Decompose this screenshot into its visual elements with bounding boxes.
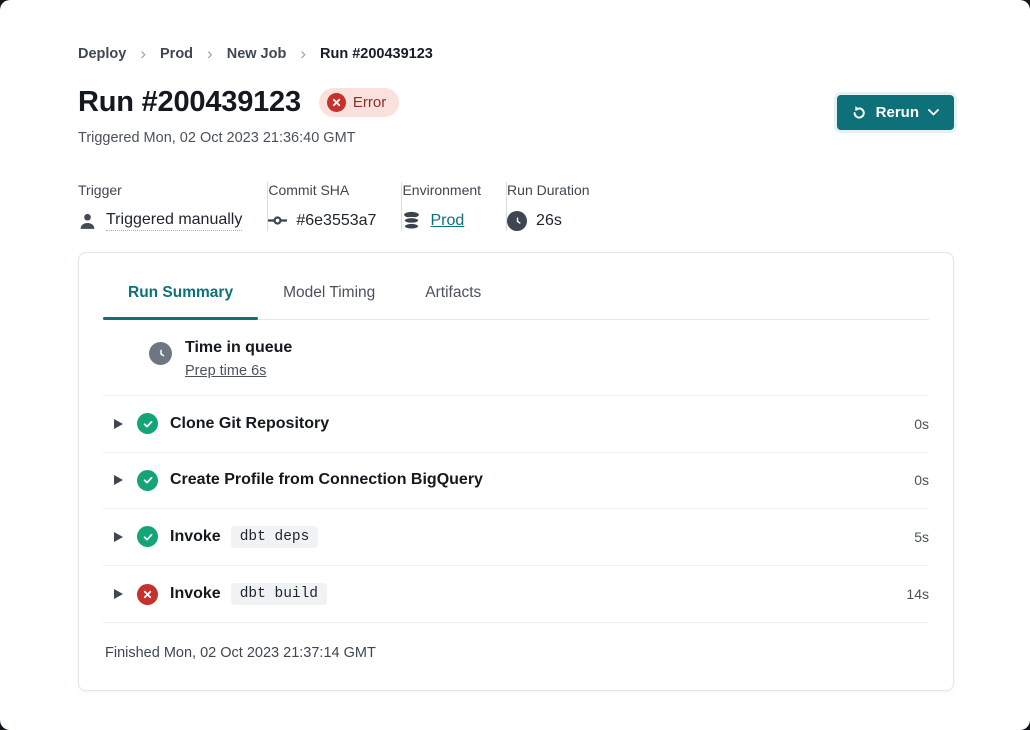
step-duration: 0s: [914, 416, 929, 432]
metadata-label: Commit SHA: [268, 182, 376, 198]
step-title: Invoke: [170, 585, 221, 603]
commit-icon: [268, 211, 287, 230]
error-status-badge: Error: [319, 88, 399, 117]
rerun-button[interactable]: Rerun: [837, 95, 954, 130]
step-title: Clone Git Repository: [170, 415, 329, 433]
status-badge-label: Error: [353, 94, 386, 111]
error-x-icon: [327, 93, 346, 112]
metadata-label: Trigger: [78, 182, 242, 198]
breadcrumb-item-prod[interactable]: Prod: [160, 46, 193, 62]
person-icon: [78, 212, 97, 231]
breadcrumb-separator-icon: ›: [207, 45, 213, 62]
step-invoke-dbt-build: Invoke dbt build 14s: [103, 566, 929, 623]
expand-triangle-icon[interactable]: [114, 419, 123, 429]
step-create-profile: Create Profile from Connection BigQuery …: [103, 453, 929, 510]
expand-triangle-icon[interactable]: [114, 532, 123, 542]
step-duration: 14s: [906, 586, 929, 602]
step-time-in-queue: Time in queue Prep time 6s: [103, 320, 929, 396]
page-title: Run #200439123: [78, 86, 301, 119]
error-x-icon: [137, 584, 158, 605]
database-icon: [402, 211, 421, 230]
metadata-run-duration: Run Duration 26s: [507, 182, 615, 231]
step-title: Time in queue: [185, 339, 292, 357]
success-check-icon: [137, 470, 158, 492]
metadata-trigger: Trigger Triggered manually: [78, 182, 267, 231]
step-duration: 0s: [914, 472, 929, 488]
tab-bar: Run Summary Model Timing Artifacts: [103, 253, 929, 320]
tab-artifacts[interactable]: Artifacts: [400, 284, 506, 319]
prep-time-link[interactable]: Prep time 6s: [185, 363, 266, 379]
clock-icon: [149, 342, 172, 365]
tab-model-timing[interactable]: Model Timing: [258, 284, 400, 319]
run-metadata-strip: Trigger Triggered manually Commit SHA #6…: [78, 182, 954, 231]
chevron-down-icon: [928, 109, 939, 116]
step-invoke-dbt-deps: Invoke dbt deps 5s: [103, 509, 929, 566]
environment-link[interactable]: Prod: [430, 212, 464, 230]
triggered-timestamp: Triggered Mon, 02 Oct 2023 21:36:40 GMT: [78, 130, 399, 146]
app-window: Deploy › Prod › New Job › Run #200439123…: [0, 0, 1030, 730]
rerun-button-label: Rerun: [876, 104, 919, 121]
run-summary-card: Run Summary Model Timing Artifacts Time …: [78, 252, 954, 691]
breadcrumb-item-current-run: Run #200439123: [320, 46, 433, 62]
breadcrumb-item-new-job[interactable]: New Job: [227, 46, 287, 62]
finished-timestamp: Finished Mon, 02 Oct 2023 21:37:14 GMT: [103, 623, 929, 690]
step-duration: 5s: [914, 529, 929, 545]
refresh-icon: [851, 105, 867, 121]
command-chip: dbt build: [231, 583, 327, 605]
breadcrumb-item-deploy[interactable]: Deploy: [78, 46, 126, 62]
clock-icon: [507, 211, 527, 231]
step-clone-git-repository: Clone Git Repository 0s: [103, 396, 929, 453]
success-check-icon: [137, 526, 158, 548]
metadata-environment: Environment Prod: [402, 182, 506, 231]
run-duration-value: 26s: [536, 212, 562, 230]
step-title: Invoke: [170, 528, 221, 546]
trigger-value[interactable]: Triggered manually: [106, 211, 242, 231]
metadata-commit-sha: Commit SHA #6e3553a7: [268, 182, 401, 231]
command-chip: dbt deps: [231, 526, 319, 548]
commit-sha-value: #6e3553a7: [296, 212, 376, 230]
breadcrumb-separator-icon: ›: [300, 45, 306, 62]
expand-triangle-icon[interactable]: [114, 475, 123, 485]
tab-run-summary[interactable]: Run Summary: [103, 284, 258, 319]
page-header: Run #200439123 Error Triggered Mon, 02 O…: [78, 86, 954, 146]
metadata-label: Run Duration: [507, 182, 590, 198]
breadcrumb-separator-icon: ›: [140, 45, 146, 62]
breadcrumb: Deploy › Prod › New Job › Run #200439123: [78, 45, 954, 62]
step-title: Create Profile from Connection BigQuery: [170, 471, 483, 489]
metadata-label: Environment: [402, 182, 481, 198]
success-check-icon: [137, 413, 158, 435]
expand-triangle-icon[interactable]: [114, 589, 123, 599]
